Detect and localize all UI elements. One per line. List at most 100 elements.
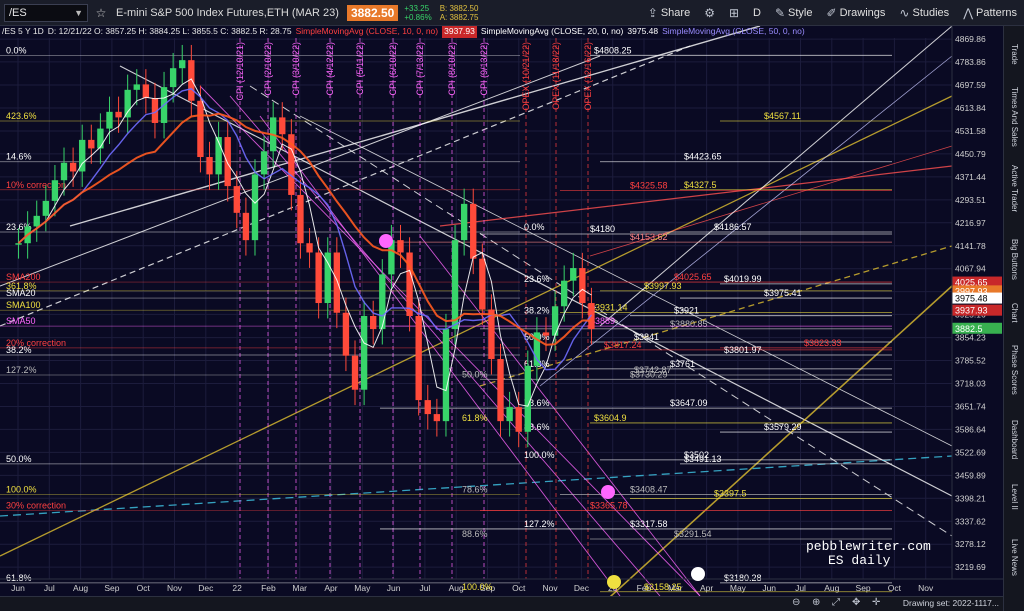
event-label: OPEX (11/18/22) [551, 42, 561, 110]
price-level-label: $4423.65 [684, 152, 722, 162]
side-tab-level-ii[interactable]: Level II [1004, 478, 1024, 516]
event-label: CPI (5/11/22) [355, 42, 365, 95]
side-tab-chart[interactable]: Chart [1004, 298, 1024, 328]
x-tick-label: Oct [512, 583, 526, 593]
side-tab-dashboard[interactable]: Dashboard [1004, 414, 1024, 466]
x-tick-label: Apr [324, 583, 337, 593]
studies-icon: ∿ [899, 6, 910, 20]
candle-body [342, 312, 350, 356]
side-tab-label: Active Trader [1010, 165, 1019, 213]
candle-body [379, 274, 386, 330]
y-tick-label: 4450.79 [955, 149, 986, 159]
side-tab-times-and-sales[interactable]: Times And Sales [1004, 86, 1024, 148]
chevron-down-icon[interactable]: ▼ [74, 8, 83, 18]
y-tick-label: 3785.52 [955, 356, 986, 366]
candle-body [524, 365, 531, 432]
inner-fib-label: 100.0% [462, 582, 493, 592]
candle-body [351, 355, 359, 390]
inner-fib-label: 23.6% [524, 274, 550, 284]
zoom-in-icon[interactable]: ⊕ [812, 597, 820, 608]
side-tab-big-buttons[interactable]: Big Buttons [1004, 230, 1024, 288]
study-legend: /ES 5 Y 1D D: 12/21/22 O: 3857.25 H: 388… [2, 26, 805, 38]
crosshair-icon[interactable]: ✛ [872, 597, 880, 608]
candle-body [306, 243, 313, 253]
style-icon: ✎ [774, 6, 786, 20]
candle-body [442, 329, 450, 422]
gear-icon: ⚙ [704, 6, 715, 20]
price-level-label: $3397.5 [714, 489, 747, 499]
side-tab-phase-scores[interactable]: Phase Scores [1004, 338, 1024, 402]
change-value: +33.25 [404, 3, 430, 13]
legend-sma50-label: SimpleMovingAvg (CLOSE, 50, 0, no) [662, 26, 805, 36]
settings-button[interactable]: ⚙ [697, 0, 722, 26]
candle-body [588, 303, 595, 330]
marker-dot [691, 567, 705, 581]
side-tab-label: Level II [1010, 484, 1019, 510]
candle-body [451, 240, 459, 330]
price-level-label: $4327.5 [684, 180, 717, 190]
style-button[interactable]: ✎ Style [768, 0, 820, 26]
price-level-label: $3408.47 [630, 484, 668, 494]
grid-button[interactable]: ⊞ [722, 0, 746, 26]
watermark: pebblewriter.com ES daily [806, 540, 931, 568]
fit-icon[interactable]: ⤢ [832, 597, 840, 608]
candle-body [297, 194, 304, 244]
inner-fib-label: 61.8% [462, 413, 488, 423]
price-level-label: $4180 [590, 224, 615, 234]
toolbar-actions: ⇪ Share ⚙ ⊞ D ✎ Style ✐ Drawings ∿ Studies ⋀… [641, 0, 1024, 26]
x-tick-label: Sep [104, 583, 119, 593]
candle-body [360, 315, 368, 390]
price-level-label: $3158.25 [644, 582, 682, 592]
drawings-icon: ✐ [826, 6, 837, 20]
side-tab-active-trader[interactable]: Active Trader [1004, 159, 1024, 219]
side-tab-label: Big Buttons [1010, 238, 1019, 280]
drawings-button[interactable]: ✐ Drawings [820, 0, 893, 26]
axis-price-tag-label: 3937.93 [955, 306, 988, 316]
candle-body [251, 174, 259, 241]
y-tick-label: 3522.69 [955, 447, 986, 457]
chart-canvas[interactable]: Jun Jul Aug Sep Oct Nov Dec 22 Feb Mar Apr May Jun Ju… [0, 26, 1003, 596]
y-tick-label: 3398.21 [955, 493, 986, 503]
symbol-text: /ES [9, 6, 27, 19]
side-tab-live-news[interactable]: Live News [1004, 531, 1024, 583]
price-chart[interactable]: Jun Jul Aug Sep Oct Nov Dec 22 Feb Mar Apr May Jun Ju… [0, 26, 1003, 596]
marker-dot [379, 234, 393, 248]
pan-icon[interactable]: ✥ [852, 597, 860, 608]
studies-button[interactable]: ∿ Studies [892, 0, 956, 26]
price-level-label: $4325.58 [630, 180, 668, 190]
fib-level-label: 127.2% [6, 365, 37, 375]
event-label: OPEX (12/16/22) [583, 42, 593, 111]
share-button[interactable]: ⇪ Share [641, 0, 697, 26]
price-level-label: $4186.57 [714, 222, 752, 232]
change-block: +33.25 +0.86% [404, 4, 431, 22]
zoom-out-icon[interactable]: ⊖ [792, 597, 800, 608]
side-tab-trade[interactable]: Trade [1004, 32, 1024, 76]
candle-body [206, 157, 213, 175]
watermark-line1: pebblewriter.com [806, 539, 931, 554]
x-tick-label: Jun [387, 583, 401, 593]
top-toolbar: /ES ▼ ☆ E-mini S&P 500 Index Futures,ETH… [0, 0, 1024, 26]
bookmark-icon[interactable]: ☆ [92, 4, 110, 22]
x-tick-label: Oct [137, 583, 151, 593]
price-level-label: $3647.09 [670, 398, 708, 408]
axis-price-tag-label: 3975.48 [955, 294, 988, 304]
candle-body [179, 60, 186, 69]
patterns-icon: ⋀ [963, 6, 974, 20]
drawings-label: Drawings [839, 7, 886, 19]
candle-body [260, 151, 268, 175]
candle-body [370, 315, 377, 330]
y-tick-label: 3586.64 [955, 424, 986, 434]
event-label: CPI (9/13/22) [479, 42, 489, 96]
y-tick-label: 4869.86 [955, 34, 986, 44]
price-level-label: $3180.28 [724, 573, 762, 583]
style-label: Style [788, 7, 813, 19]
patterns-button[interactable]: ⋀ Patterns [956, 0, 1024, 26]
symbol-input[interactable]: /ES ▼ [4, 3, 88, 22]
candle-body [69, 162, 77, 172]
candle-body [15, 243, 22, 245]
y-tick-label: 4067.94 [955, 264, 986, 274]
period-button[interactable]: D [746, 0, 768, 26]
legend-header: /ES 5 Y 1D [2, 26, 44, 36]
candle-body [560, 280, 568, 307]
y-tick-label: 4293.51 [955, 195, 986, 205]
